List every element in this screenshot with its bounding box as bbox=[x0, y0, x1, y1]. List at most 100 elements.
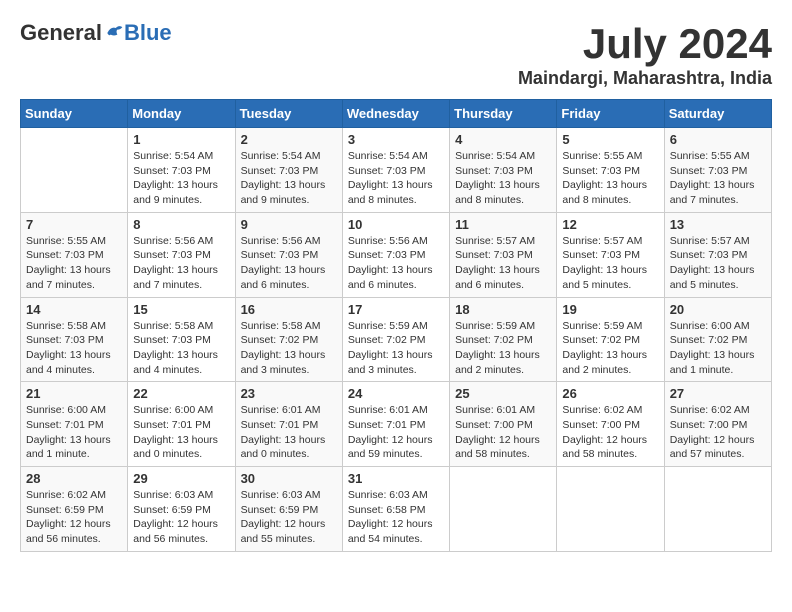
calendar-cell: 11 Sunrise: 5:57 AM Sunset: 7:03 PM Dayli… bbox=[450, 212, 557, 297]
day-info: Sunrise: 6:03 AM Sunset: 6:59 PM Dayligh… bbox=[241, 488, 337, 547]
weekday-header-wednesday: Wednesday bbox=[342, 100, 449, 128]
calendar-week-row: 1 Sunrise: 5:54 AM Sunset: 7:03 PM Daylig… bbox=[21, 128, 772, 213]
day-number: 12 bbox=[562, 217, 658, 232]
day-info: Sunrise: 6:03 AM Sunset: 6:59 PM Dayligh… bbox=[133, 488, 229, 547]
day-info: Sunrise: 6:01 AM Sunset: 7:01 PM Dayligh… bbox=[241, 403, 337, 462]
day-number: 30 bbox=[241, 471, 337, 486]
day-info: Sunrise: 5:54 AM Sunset: 7:03 PM Dayligh… bbox=[348, 149, 444, 208]
calendar-cell: 14Sunrise: 5:58 AM Sunset: 7:03 PM Dayli… bbox=[21, 297, 128, 382]
calendar-cell: 25Sunrise: 6:01 AM Sunset: 7:00 PM Dayli… bbox=[450, 382, 557, 467]
calendar-cell bbox=[664, 467, 771, 552]
calendar-cell: 1 Sunrise: 5:54 AM Sunset: 7:03 PM Daylig… bbox=[128, 128, 235, 213]
day-number: 29 bbox=[133, 471, 229, 486]
day-number: 5 bbox=[562, 132, 658, 147]
calendar-cell bbox=[450, 467, 557, 552]
logo-bird-icon bbox=[104, 23, 124, 43]
calendar-table: SundayMondayTuesdayWednesdayThursdayFrid… bbox=[20, 99, 772, 552]
day-number: 1 bbox=[133, 132, 229, 147]
calendar-week-row: 14 Sunrise: 5:58 AM Sunset: 7:03 PM Dayli… bbox=[21, 297, 772, 382]
day-number: 13 bbox=[670, 217, 766, 232]
calendar-cell: 18Sunrise: 5:59 AM Sunset: 7:02 PM Dayli… bbox=[450, 297, 557, 382]
calendar-cell: 29 Sunrise: 6:03 AM Sunset: 6:59 PM Dayli… bbox=[128, 467, 235, 552]
day-number: 3 bbox=[348, 132, 444, 147]
day-info: Sunrise: 6:00 AM Sunset: 7:01 PM Dayligh… bbox=[133, 403, 229, 462]
calendar-cell: 16Sunrise: 5:58 AM Sunset: 7:02 PM Dayli… bbox=[235, 297, 342, 382]
day-number: 26 bbox=[562, 386, 658, 401]
day-info: Sunrise: 5:54 AM Sunset: 7:03 PM Dayligh… bbox=[133, 149, 229, 208]
calendar-cell: 22 Sunrise: 6:00 AM Sunset: 7:01 PM Dayli… bbox=[128, 382, 235, 467]
month-title: July 2024 bbox=[518, 20, 772, 68]
calendar-cell: 3 Sunrise: 5:54 AM Sunset: 7:03 PM Daylig… bbox=[342, 128, 449, 213]
logo-general-text: General bbox=[20, 20, 102, 46]
calendar-cell: 10Sunrise: 5:56 AM Sunset: 7:03 PM Dayli… bbox=[342, 212, 449, 297]
weekday-header-monday: Monday bbox=[128, 100, 235, 128]
day-number: 10 bbox=[348, 217, 444, 232]
weekday-header-row: SundayMondayTuesdayWednesdayThursdayFrid… bbox=[21, 100, 772, 128]
day-info: Sunrise: 5:58 AM Sunset: 7:03 PM Dayligh… bbox=[133, 319, 229, 378]
calendar-week-row: 21 Sunrise: 6:00 AM Sunset: 7:01 PM Dayli… bbox=[21, 382, 772, 467]
logo-blue-text: Blue bbox=[124, 20, 172, 46]
calendar-cell: 9 Sunrise: 5:56 AM Sunset: 7:03 PM Daylig… bbox=[235, 212, 342, 297]
day-info: Sunrise: 5:59 AM Sunset: 7:02 PM Dayligh… bbox=[348, 319, 444, 378]
calendar-cell: 12 Sunrise: 5:57 AM Sunset: 7:03 PM Dayli… bbox=[557, 212, 664, 297]
day-number: 28 bbox=[26, 471, 122, 486]
calendar-week-row: 7Sunrise: 5:55 AM Sunset: 7:03 PM Daylig… bbox=[21, 212, 772, 297]
day-number: 11 bbox=[455, 217, 551, 232]
day-info: Sunrise: 5:57 AM Sunset: 7:03 PM Dayligh… bbox=[455, 234, 551, 293]
day-number: 17 bbox=[348, 302, 444, 317]
calendar-cell: 17 Sunrise: 5:59 AM Sunset: 7:02 PM Dayli… bbox=[342, 297, 449, 382]
day-number: 14 bbox=[26, 302, 122, 317]
calendar-cell: 31 Sunrise: 6:03 AM Sunset: 6:58 PM Dayli… bbox=[342, 467, 449, 552]
calendar-cell: 26 Sunrise: 6:02 AM Sunset: 7:00 PM Dayli… bbox=[557, 382, 664, 467]
day-number: 20 bbox=[670, 302, 766, 317]
calendar-cell: 8Sunrise: 5:56 AM Sunset: 7:03 PM Daylig… bbox=[128, 212, 235, 297]
day-number: 21 bbox=[26, 386, 122, 401]
day-number: 16 bbox=[241, 302, 337, 317]
day-number: 31 bbox=[348, 471, 444, 486]
location-title: Maindargi, Maharashtra, India bbox=[518, 68, 772, 89]
day-number: 18 bbox=[455, 302, 551, 317]
day-info: Sunrise: 6:00 AM Sunset: 7:01 PM Dayligh… bbox=[26, 403, 122, 462]
weekday-header-sunday: Sunday bbox=[21, 100, 128, 128]
calendar-cell: 23 Sunrise: 6:01 AM Sunset: 7:01 PM Dayli… bbox=[235, 382, 342, 467]
calendar-cell: 7Sunrise: 5:55 AM Sunset: 7:03 PM Daylig… bbox=[21, 212, 128, 297]
day-info: Sunrise: 5:59 AM Sunset: 7:02 PM Dayligh… bbox=[562, 319, 658, 378]
day-number: 15 bbox=[133, 302, 229, 317]
calendar-cell: 6 Sunrise: 5:55 AM Sunset: 7:03 PM Daylig… bbox=[664, 128, 771, 213]
day-info: Sunrise: 5:54 AM Sunset: 7:03 PM Dayligh… bbox=[455, 149, 551, 208]
day-info: Sunrise: 6:03 AM Sunset: 6:58 PM Dayligh… bbox=[348, 488, 444, 547]
weekday-header-thursday: Thursday bbox=[450, 100, 557, 128]
calendar-cell bbox=[557, 467, 664, 552]
day-number: 22 bbox=[133, 386, 229, 401]
calendar-cell: 20Sunrise: 6:00 AM Sunset: 7:02 PM Dayli… bbox=[664, 297, 771, 382]
day-info: Sunrise: 6:01 AM Sunset: 7:01 PM Dayligh… bbox=[348, 403, 444, 462]
calendar-cell: 2Sunrise: 5:54 AM Sunset: 7:03 PM Daylig… bbox=[235, 128, 342, 213]
day-info: Sunrise: 5:55 AM Sunset: 7:03 PM Dayligh… bbox=[670, 149, 766, 208]
weekday-header-friday: Friday bbox=[557, 100, 664, 128]
calendar-cell: 28Sunrise: 6:02 AM Sunset: 6:59 PM Dayli… bbox=[21, 467, 128, 552]
title-block: July 2024 Maindargi, Maharashtra, India bbox=[518, 20, 772, 89]
day-number: 6 bbox=[670, 132, 766, 147]
day-info: Sunrise: 5:56 AM Sunset: 7:03 PM Dayligh… bbox=[241, 234, 337, 293]
calendar-cell: 19 Sunrise: 5:59 AM Sunset: 7:02 PM Dayli… bbox=[557, 297, 664, 382]
day-info: Sunrise: 6:01 AM Sunset: 7:00 PM Dayligh… bbox=[455, 403, 551, 462]
day-number: 19 bbox=[562, 302, 658, 317]
day-number: 9 bbox=[241, 217, 337, 232]
calendar-cell: 27 Sunrise: 6:02 AM Sunset: 7:00 PM Dayli… bbox=[664, 382, 771, 467]
day-info: Sunrise: 5:55 AM Sunset: 7:03 PM Dayligh… bbox=[562, 149, 658, 208]
weekday-header-tuesday: Tuesday bbox=[235, 100, 342, 128]
day-number: 24 bbox=[348, 386, 444, 401]
page-header: General Blue July 2024 Maindargi, Mahara… bbox=[20, 20, 772, 89]
day-info: Sunrise: 5:57 AM Sunset: 7:03 PM Dayligh… bbox=[562, 234, 658, 293]
calendar-cell: 21 Sunrise: 6:00 AM Sunset: 7:01 PM Dayli… bbox=[21, 382, 128, 467]
day-number: 27 bbox=[670, 386, 766, 401]
calendar-week-row: 28Sunrise: 6:02 AM Sunset: 6:59 PM Dayli… bbox=[21, 467, 772, 552]
day-number: 8 bbox=[133, 217, 229, 232]
day-number: 23 bbox=[241, 386, 337, 401]
day-info: Sunrise: 6:02 AM Sunset: 7:00 PM Dayligh… bbox=[562, 403, 658, 462]
calendar-cell bbox=[21, 128, 128, 213]
day-info: Sunrise: 5:54 AM Sunset: 7:03 PM Dayligh… bbox=[241, 149, 337, 208]
calendar-cell: 13Sunrise: 5:57 AM Sunset: 7:03 PM Dayli… bbox=[664, 212, 771, 297]
calendar-cell: 24 Sunrise: 6:01 AM Sunset: 7:01 PM Dayli… bbox=[342, 382, 449, 467]
day-info: Sunrise: 6:02 AM Sunset: 7:00 PM Dayligh… bbox=[670, 403, 766, 462]
